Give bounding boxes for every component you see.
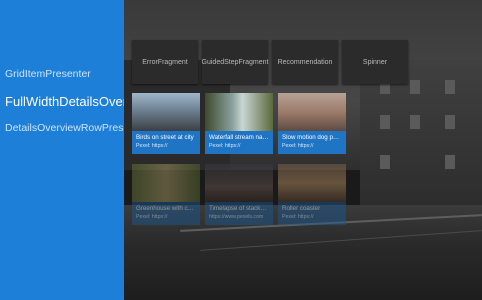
building-window xyxy=(380,155,390,169)
headers-nav-panel: GridItemPresenter FullWidthDetailsOverv … xyxy=(0,0,124,300)
nav-item-grid-item-presenter[interactable]: GridItemPresenter xyxy=(5,68,91,80)
building-window xyxy=(380,115,390,129)
video-card-waterfall[interactable]: Waterfall stream nature Pexel: https:// xyxy=(205,93,273,154)
building-window xyxy=(410,80,420,94)
nav-item-details-overview-row-presenter[interactable]: DetailsOverviewRowPrese xyxy=(5,122,124,134)
card-thumbnail xyxy=(132,93,200,131)
card-info: Waterfall stream nature Pexel: https:// xyxy=(205,131,273,154)
card-title: Waterfall stream nature xyxy=(209,134,269,141)
card-info: Slow motion dog peopl... Pexel: https:// xyxy=(278,131,346,154)
background-building-right xyxy=(360,60,482,220)
card-info: Birds on street at city Pexel: https:// xyxy=(132,131,200,154)
card-title: Slow motion dog peopl... xyxy=(282,134,342,141)
error-fragment-button[interactable]: ErrorFragment xyxy=(132,40,198,84)
card-info: Roller coaster Pexel: https:// xyxy=(278,202,346,225)
card-title: Birds on street at city xyxy=(136,134,194,141)
card-info: Greenhouse with cacti Pexel: https:// xyxy=(132,202,200,225)
building-window xyxy=(410,115,420,129)
spinner-button[interactable]: Spinner xyxy=(342,40,408,84)
card-thumbnail xyxy=(278,164,346,202)
card-thumbnail xyxy=(205,164,273,202)
card-subtitle: Pexel: https:// xyxy=(209,143,241,149)
card-subtitle: Pexel: https:// xyxy=(282,214,314,220)
video-card-timelapse[interactable]: Timelapse of stackhol... https://www.pex… xyxy=(205,164,273,225)
card-info: Timelapse of stackhol... https://www.pex… xyxy=(205,202,273,225)
card-title: Roller coaster xyxy=(282,205,321,212)
guided-step-fragment-button[interactable]: GuidedStepFragment xyxy=(202,40,268,84)
card-title: Timelapse of stackhol... xyxy=(209,205,269,212)
card-thumbnail xyxy=(205,93,273,131)
card-subtitle: Pexel: https:// xyxy=(282,143,314,149)
card-subtitle: https://www.pexels.com xyxy=(209,214,264,220)
video-card-roller-coaster[interactable]: Roller coaster Pexel: https:// xyxy=(278,164,346,225)
card-thumbnail xyxy=(132,164,200,202)
video-card-dog[interactable]: Slow motion dog peopl... Pexel: https:// xyxy=(278,93,346,154)
recommendation-button[interactable]: Recommendation xyxy=(272,40,338,84)
building-window xyxy=(445,115,455,129)
card-title: Greenhouse with cacti xyxy=(136,205,196,212)
building-window xyxy=(445,155,455,169)
card-thumbnail xyxy=(278,93,346,131)
nav-item-full-width-details-overview[interactable]: FullWidthDetailsOverv xyxy=(5,94,124,109)
building-window xyxy=(445,80,455,94)
card-subtitle: Pexel: https:// xyxy=(136,214,168,220)
video-card-birds[interactable]: Birds on street at city Pexel: https:// xyxy=(132,93,200,154)
card-subtitle: Pexel: https:// xyxy=(136,143,168,149)
video-card-greenhouse[interactable]: Greenhouse with cacti Pexel: https:// xyxy=(132,164,200,225)
